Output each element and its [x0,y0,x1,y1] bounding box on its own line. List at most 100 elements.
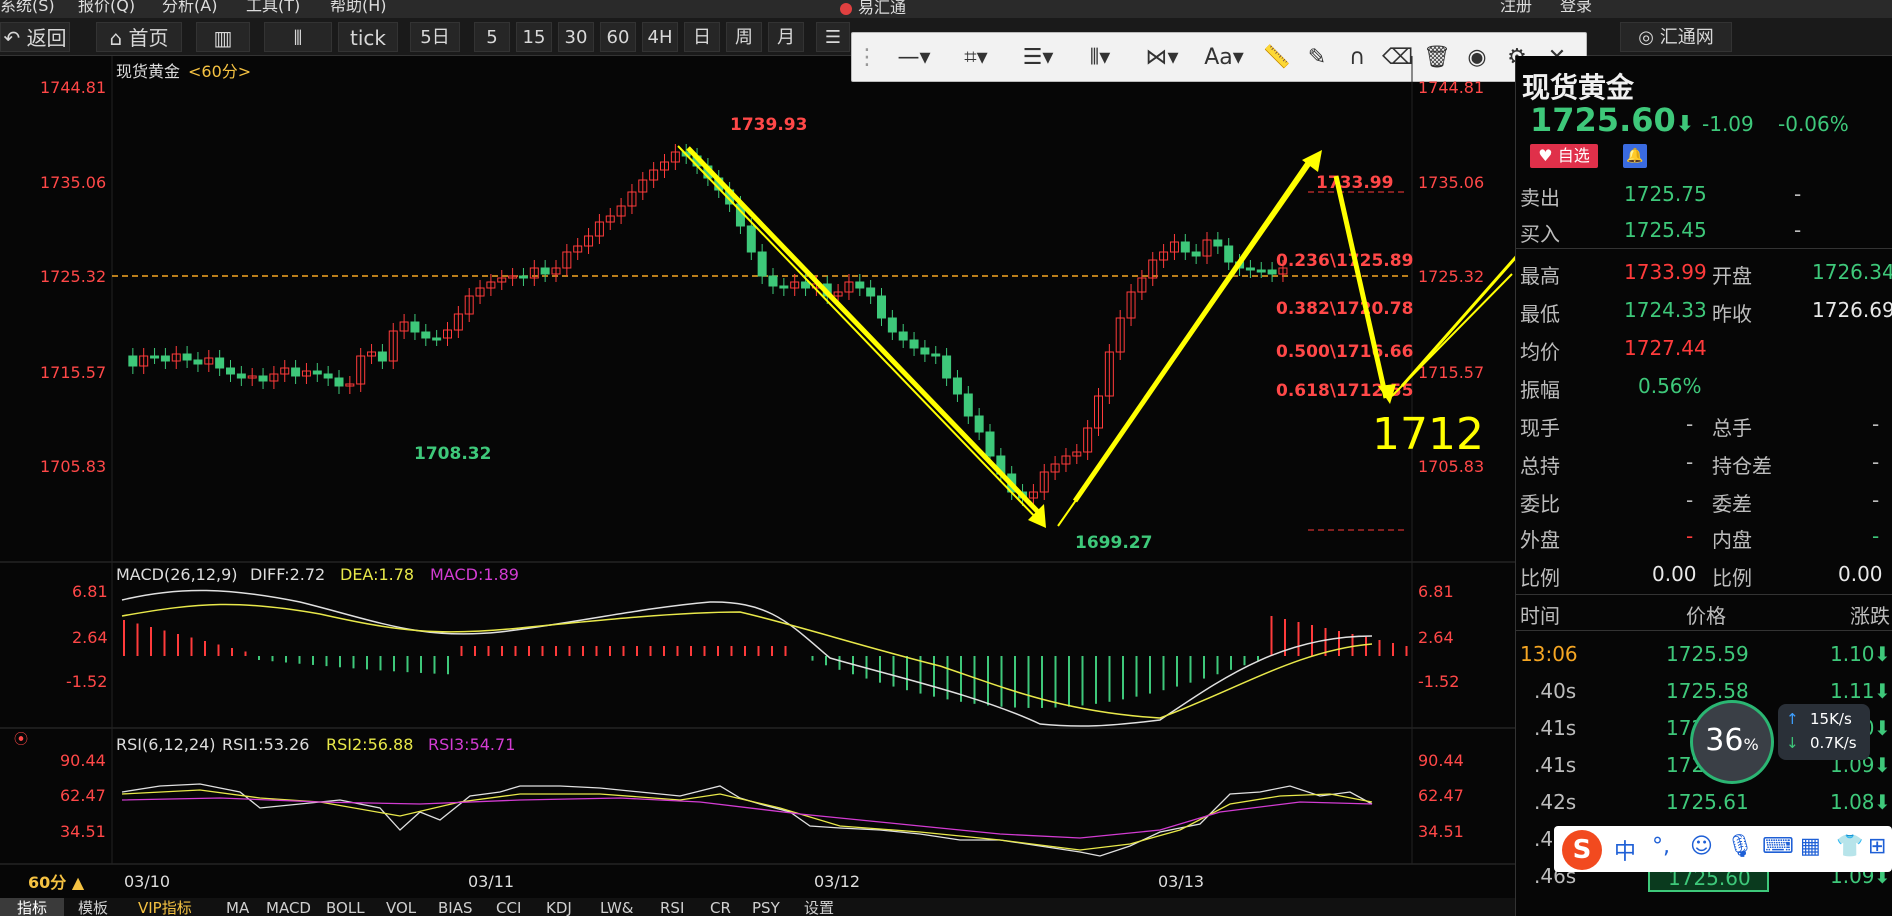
price-tick: 1735.06 [40,173,106,192]
grid-icon[interactable]: ⊞ [1868,834,1886,859]
punct-icon[interactable]: °, [1652,834,1670,859]
menu-help[interactable]: 帮助(H) [330,0,387,16]
period-5d[interactable]: 5日 [410,22,460,52]
macd-dea: DEA:1.78 [340,565,414,584]
last-price: 1725.60⬇ [1530,101,1695,139]
price-tick: 1725.32 [1418,267,1484,286]
price-change-pct: -0.06% [1778,112,1849,136]
tab-bias[interactable]: BIAS [438,898,473,916]
app-title: 易汇通 [840,0,906,18]
tab-kdj[interactable]: KDJ [546,898,572,916]
upload-icon: ↑ [1786,710,1799,728]
rsi-tick: 90.44 [1418,751,1464,770]
macd-tick: 6.81 [1418,582,1454,601]
candle-body [226,367,235,375]
rsi1-line [121,783,1373,857]
kline-chart[interactable]: 现货黄金 <60分> 1744.81 1735.06 1725.32 1715.… [0,56,1515,900]
macd-tick: 2.64 [1418,628,1454,647]
period-15[interactable]: 15 [516,22,552,52]
tab-boll[interactable]: BOLL [326,898,365,916]
emoji-icon[interactable]: ☺ [1690,834,1713,859]
fib-label: 0.236\1725.89 [1276,251,1413,271]
list-button[interactable]: ☰ [816,22,850,52]
candle-body [1267,269,1277,275]
tab-vip[interactable]: VIP指标 [138,898,192,916]
tab-indicators[interactable]: 指标 [0,898,64,916]
add-watchlist-button[interactable]: ♥ 自选 [1530,144,1598,168]
chart-canvas[interactable]: 现货黄金 <60分> 1744.81 1735.06 1725.32 1715.… [0,56,1515,900]
tab-lw[interactable]: LW& [600,898,634,916]
ticks-header: 时间 价格 涨跌 [1520,604,1890,628]
tab-template[interactable]: 模板 [78,898,108,916]
macd-diff: DIFF:2.72 [250,565,325,584]
tab-vol[interactable]: VOL [386,898,416,916]
ime-lang[interactable]: 中 [1614,834,1636,866]
candle-body [1191,251,1201,257]
candle-body [855,281,865,289]
macd-histogram [123,616,1408,708]
candle-body [877,295,886,319]
arrow-down-icon: ⬇ [1874,790,1891,814]
menu-quote[interactable]: 报价(Q) [78,0,135,16]
tab-cr[interactable]: CR [710,898,731,916]
candle-body [746,225,756,253]
tab-psy[interactable]: PSY [752,898,780,916]
tab-macd[interactable]: MACD [266,898,311,916]
indicator-tabs: 指标 模板 VIP指标 MA MACD BOLL VOL BIAS CCI KD… [0,898,1515,916]
period-60[interactable]: 60 [600,22,636,52]
alert-button[interactable]: 🔔 [1623,144,1647,168]
net-speed-widget[interactable]: 36% ↑ 15K/s ↓ 0.7K/s [1690,700,1890,784]
period-badge[interactable]: 60分 ▲ [28,873,85,892]
back-button[interactable]: ↶ 返回 [0,22,70,52]
low-label-left: 1708.32 [414,444,491,464]
menu-system[interactable]: 系统(S) [0,0,55,16]
candle-body [258,375,268,382]
stat-row: 总持 - 持仓差 - [1520,450,1880,478]
chart-type-button[interactable]: ▥ [196,22,250,52]
home-button[interactable]: ⌂ 首页 [96,22,182,52]
tab-settings[interactable]: 设置 [804,898,834,916]
quote-panel: 现货黄金 1725.60⬇ -1.09 -0.06% ♥ 自选 🔔 卖出 172… [1515,56,1892,916]
huitong-logo-icon: ◎ [1638,27,1654,48]
candle-body [931,353,941,357]
rsi-tick: 34.51 [1418,822,1464,841]
candle-body [377,351,387,362]
period-month[interactable]: 月 [768,22,804,52]
skin-icon[interactable]: 👕 [1836,834,1863,859]
huitong-link[interactable]: ◎ 汇通网 [1620,22,1732,52]
candles [128,144,1288,506]
ime-toolbar[interactable]: S 中 °, ☺ 🎙 ⌨ ▦ 👕 ⊞ [1554,826,1892,872]
tab-rsi[interactable]: RSI [660,898,684,916]
fib-label: 0.382\1720.78 [1276,299,1413,319]
mic-icon[interactable]: 🎙 [1726,834,1754,859]
stat-row: 均价 1727.44 [1520,336,1707,364]
macd-title: MACD(26,12,9) [116,565,238,584]
period-4h[interactable]: 4H [642,22,678,52]
period-week[interactable]: 周 [726,22,762,52]
period-5[interactable]: 5 [474,22,510,52]
login-link[interactable]: 登录 [1560,0,1592,16]
tab-cci[interactable]: CCI [496,898,521,916]
sogou-logo-icon: S [1562,830,1602,870]
toolbox-icon[interactable]: ▦ [1800,834,1821,859]
register-link[interactable]: 注册 [1500,0,1532,16]
menu-analysis[interactable]: 分析(A) [162,0,217,16]
rsi3-value: RSI3:54.71 [428,735,515,754]
chart-period: <60分> [188,62,251,81]
candle-body [128,355,138,367]
candle-body [1213,239,1223,247]
price-tick: 1715.57 [1418,363,1484,382]
tab-ma[interactable]: MA [226,898,249,916]
candle-body [150,355,160,359]
menu-tools[interactable]: 工具(T) [246,0,300,16]
keyboard-icon[interactable]: ⌨ [1762,834,1794,859]
period-day[interactable]: 日 [684,22,720,52]
period-30[interactable]: 30 [558,22,594,52]
period-tick[interactable]: tick [338,22,398,52]
candle-body [215,357,225,369]
candle-body [432,337,442,341]
price-tick: 1744.81 [1418,78,1484,97]
candle-type-button[interactable]: ⫴ [264,22,332,52]
candle-body [182,353,192,361]
candle-body [312,370,322,375]
